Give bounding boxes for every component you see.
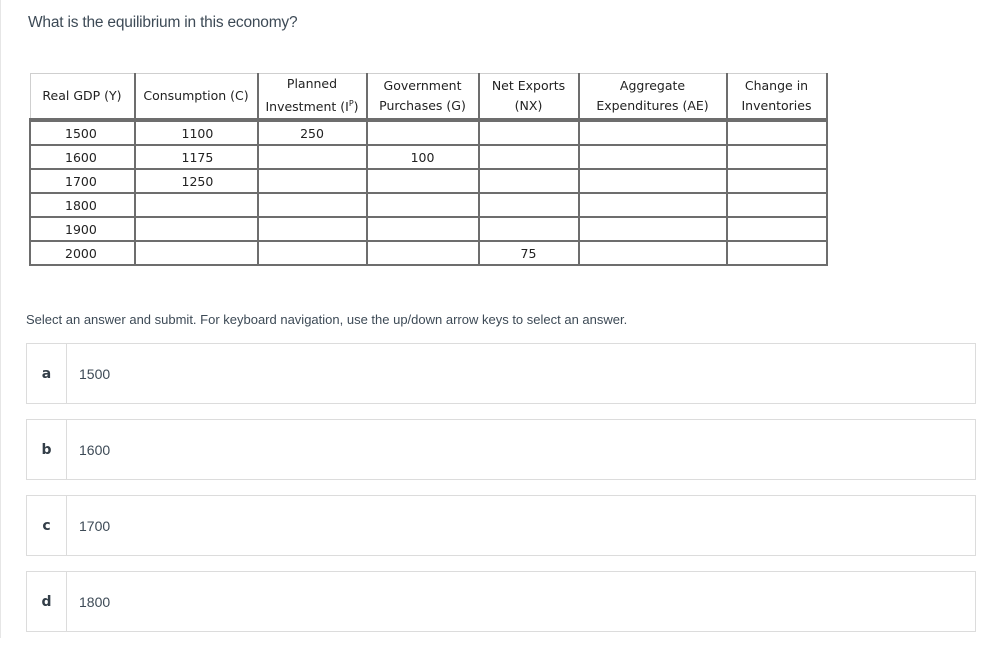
table-cell [725, 119, 828, 146]
table-cell [477, 119, 580, 146]
answer-options: a 1500 b 1600 c 1700 d 1800 [26, 343, 976, 647]
option-letter: b [27, 420, 67, 479]
header-real-gdp: Real GDP (Y) [29, 73, 136, 122]
table-cell: 1175 [133, 144, 259, 170]
header-text: Government [383, 78, 462, 93]
table-cell: 75 [477, 240, 580, 266]
table-cell [256, 192, 368, 218]
option-text: 1500 [79, 365, 111, 382]
header-text: Expenditures (AE) [596, 98, 709, 113]
table-cell [725, 216, 828, 242]
table-row: 1800 [29, 192, 828, 218]
table-cell [477, 216, 580, 242]
header-change-in-inventories: Change in Inventories [725, 73, 828, 122]
table-cell [256, 216, 368, 242]
option-text: 1800 [79, 593, 111, 610]
table-cell [577, 168, 728, 194]
table-cell [725, 240, 828, 266]
table-row: 1500 1100 250 [29, 119, 828, 146]
table-cell [365, 119, 480, 146]
table-cell [365, 192, 480, 218]
table-cell: 1500 [29, 119, 136, 146]
table-body: 1500 1100 250 1600 1175 100 1700 1250 1800 1900 20… [29, 119, 828, 266]
table-cell: 1100 [133, 119, 259, 146]
answer-option-d[interactable]: d 1800 [26, 571, 976, 632]
table-cell [256, 144, 368, 170]
table-cell [133, 216, 259, 242]
header-text: ) [353, 99, 359, 115]
table-cell: 100 [365, 144, 480, 170]
table-row: 1900 [29, 216, 828, 242]
table-cell: 1600 [29, 144, 136, 170]
table-cell: 250 [256, 119, 368, 146]
table-cell: 2000 [29, 240, 136, 266]
answer-option-b[interactable]: b 1600 [26, 419, 976, 480]
header-text: Inventories [741, 98, 812, 113]
table-cell [365, 216, 480, 242]
table-cell [577, 192, 728, 218]
table-cell [577, 240, 728, 266]
table-row: 1700 1250 [29, 168, 828, 194]
table-cell [577, 144, 728, 170]
header-consumption: Consumption (C) [133, 73, 259, 122]
option-text: 1700 [79, 517, 111, 534]
header-text: Change in [744, 78, 809, 93]
header-text: Investment (I [265, 99, 349, 115]
header-text: Consumption (C) [143, 88, 249, 103]
table-cell [133, 192, 259, 218]
economy-table: Real GDP (Y) Consumption (C) Planned Inv… [29, 73, 828, 266]
header-text: (NX) [514, 98, 543, 113]
instructions-text: Select an answer and submit. For keyboar… [26, 312, 628, 327]
table-cell: 1250 [133, 168, 259, 194]
answer-option-a[interactable]: a 1500 [26, 343, 976, 404]
answer-option-c[interactable]: c 1700 [26, 495, 976, 556]
question-title: What is the equilibrium in this economy? [28, 14, 298, 31]
option-text: 1600 [79, 441, 111, 458]
header-text: Real GDP (Y) [42, 88, 122, 103]
table-cell [365, 240, 480, 266]
table-cell [725, 192, 828, 218]
header-text: Planned [286, 76, 338, 92]
table-cell [477, 144, 580, 170]
header-net-exports: Net Exports (NX) [477, 73, 580, 122]
header-aggregate-expenditures: Aggregate Expenditures (AE) [577, 73, 728, 122]
left-border [0, 0, 1, 638]
header-text: Aggregate [619, 78, 686, 93]
header-text: Net Exports [491, 78, 566, 93]
table-row: 1600 1175 100 [29, 144, 828, 170]
table-cell: 1800 [29, 192, 136, 218]
option-letter: c [27, 496, 67, 555]
table-cell [256, 240, 368, 266]
header-text: Purchases (G) [379, 98, 466, 113]
table-cell [365, 168, 480, 194]
table-cell [256, 168, 368, 194]
table-cell [477, 168, 580, 194]
table-cell [577, 119, 728, 146]
table-row: 2000 75 [29, 240, 828, 266]
table-cell: 1700 [29, 168, 136, 194]
table-cell [133, 240, 259, 266]
option-letter: d [27, 572, 67, 631]
table-cell [725, 144, 828, 170]
table-cell [477, 192, 580, 218]
table-header-row: Real GDP (Y) Consumption (C) Planned Inv… [29, 73, 828, 122]
header-government-purchases: Government Purchases (G) [365, 73, 480, 122]
table-cell [577, 216, 728, 242]
header-planned-investment: Planned Investment (IP) [256, 73, 368, 122]
option-letter: a [27, 344, 67, 403]
table-cell: 1900 [29, 216, 136, 242]
table-cell [725, 168, 828, 194]
